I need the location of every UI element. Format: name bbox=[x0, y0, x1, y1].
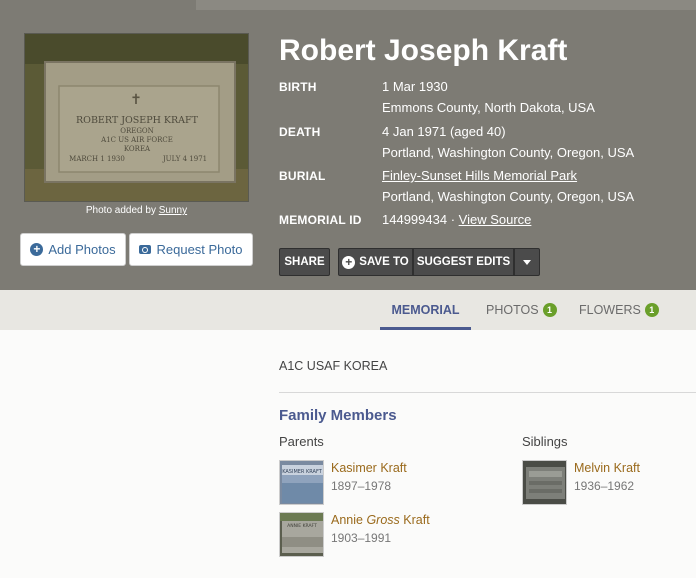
family-members-heading: Family Members bbox=[279, 407, 397, 424]
plus-circle-icon: + bbox=[342, 255, 356, 269]
tab-flowers[interactable]: FLOWERS 1 bbox=[579, 290, 659, 330]
svg-text:OREGON: OREGON bbox=[120, 127, 154, 135]
add-photos-label: Add Photos bbox=[48, 242, 116, 257]
more-actions-dropdown-button[interactable] bbox=[514, 248, 540, 276]
headstone-image: ✝ ROBERT JOSEPH KRAFT OREGON A1C US AIR … bbox=[25, 34, 248, 201]
tab-memorial[interactable]: MEMORIAL bbox=[380, 290, 471, 330]
siblings-label: Siblings bbox=[522, 434, 568, 449]
memorial-id-row: 144999434 · View Source bbox=[382, 212, 531, 227]
tab-memorial-label: MEMORIAL bbox=[391, 303, 460, 317]
photo-credit-prefix: Photo added by bbox=[85, 205, 159, 216]
share-button[interactable]: SHARE bbox=[279, 248, 330, 276]
flowers-count-badge: 1 bbox=[644, 303, 659, 317]
inscription: A1C USAF KOREA bbox=[279, 359, 388, 373]
death-date: 4 Jan 1971 (aged 40) bbox=[382, 124, 506, 139]
family-member-kasimer-kraft[interactable]: KASIMER KRAFT Kasimer Kraft 1897–1978 bbox=[279, 460, 479, 506]
burial-cemetery-link[interactable]: Finley-Sunset Hills Memorial Park bbox=[382, 168, 577, 183]
view-source-link[interactable]: View Source bbox=[459, 212, 532, 227]
svg-text:KOREA: KOREA bbox=[124, 145, 151, 153]
svg-text:ROBERT JOSEPH KRAFT: ROBERT JOSEPH KRAFT bbox=[76, 115, 199, 126]
add-photos-button[interactable]: + Add Photos bbox=[20, 233, 126, 266]
svg-text:JULY 4 1971: JULY 4 1971 bbox=[162, 155, 207, 163]
request-photo-label: Request Photo bbox=[156, 242, 243, 257]
parents-label: Parents bbox=[279, 434, 324, 449]
request-photo-button[interactable]: Request Photo bbox=[129, 233, 253, 266]
photo-credit: Photo added by Sunny bbox=[24, 205, 249, 216]
svg-text:MARCH 1 1930: MARCH 1 1930 bbox=[69, 155, 125, 163]
member-name: Annie Gross Kraft bbox=[331, 513, 430, 527]
birth-label: BIRTH bbox=[279, 80, 317, 94]
plus-circle-icon: + bbox=[30, 243, 44, 256]
memorial-id: 144999434 bbox=[382, 212, 448, 227]
svg-text:ANNIE KRAFT: ANNIE KRAFT bbox=[287, 523, 317, 529]
family-member-annie-kraft[interactable]: ANNIE KRAFT Annie Gross Kraft 1903–1991 bbox=[279, 512, 479, 558]
death-label: DEATH bbox=[279, 125, 321, 139]
tab-photos[interactable]: PHOTOS 1 bbox=[486, 290, 557, 330]
memorial-id-label: MEMORIAL ID bbox=[279, 213, 362, 227]
svg-text:A1C US AIR FORCE: A1C US AIR FORCE bbox=[100, 136, 173, 144]
photo-credit-user-link[interactable]: Sunny bbox=[159, 205, 187, 216]
photos-count-badge: 1 bbox=[542, 303, 557, 317]
memorial-name: Robert Joseph Kraft bbox=[279, 34, 568, 67]
caret-down-icon bbox=[523, 259, 531, 265]
memorial-tabs: MEMORIAL PHOTOS 1 FLOWERS 1 bbox=[0, 290, 696, 330]
member-thumbnail bbox=[522, 460, 567, 505]
camera-icon bbox=[139, 245, 152, 254]
member-thumbnail: KASIMER KRAFT bbox=[279, 460, 324, 505]
maiden-name: Gross bbox=[366, 513, 400, 527]
member-dates: 1903–1991 bbox=[331, 531, 392, 545]
death-place: Portland, Washington County, Oregon, USA bbox=[382, 145, 635, 160]
member-name: Melvin Kraft bbox=[574, 461, 640, 475]
headstone-photo[interactable]: ✝ ROBERT JOSEPH KRAFT OREGON A1C US AIR … bbox=[24, 33, 249, 202]
save-to-label: SAVE TO bbox=[359, 256, 409, 268]
separator-dot: · bbox=[447, 212, 459, 227]
header-top-strip bbox=[196, 0, 696, 10]
member-thumbnail: ANNIE KRAFT bbox=[279, 512, 324, 557]
save-to-button[interactable]: + SAVE TO bbox=[338, 248, 413, 276]
svg-text:✝: ✝ bbox=[130, 92, 142, 108]
suggest-edits-button[interactable]: SUGGEST EDITS bbox=[413, 248, 514, 276]
memorial-header: ✝ ROBERT JOSEPH KRAFT OREGON A1C US AIR … bbox=[0, 0, 696, 290]
burial-label: BURIAL bbox=[279, 169, 326, 183]
member-dates: 1897–1978 bbox=[331, 479, 392, 493]
member-name: Kasimer Kraft bbox=[331, 461, 407, 475]
member-dates: 1936–1962 bbox=[574, 479, 635, 493]
birth-place: Emmons County, North Dakota, USA bbox=[382, 100, 595, 115]
tab-flowers-label: FLOWERS bbox=[579, 303, 641, 317]
divider bbox=[279, 392, 696, 393]
birth-date: 1 Mar 1930 bbox=[382, 79, 448, 94]
burial-cemetery-wrap: Finley-Sunset Hills Memorial Park bbox=[382, 168, 577, 183]
family-member-melvin-kraft[interactable]: Melvin Kraft 1936–1962 bbox=[522, 460, 692, 506]
burial-place: Portland, Washington County, Oregon, USA bbox=[382, 189, 635, 204]
tab-photos-label: PHOTOS bbox=[486, 303, 539, 317]
svg-text:KASIMER KRAFT: KASIMER KRAFT bbox=[282, 469, 323, 475]
